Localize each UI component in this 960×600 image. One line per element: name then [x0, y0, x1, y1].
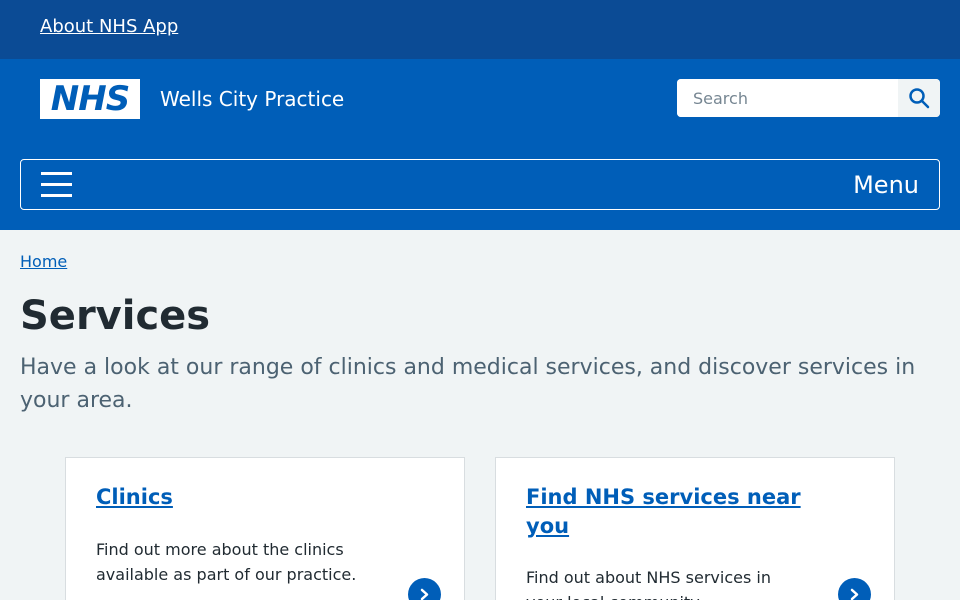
card-find-nhs-services[interactable]: Find NHS services near you Find out abou… — [495, 457, 895, 600]
site-header: NHS Wells City Practice Menu — [0, 59, 960, 230]
search-icon — [909, 88, 930, 109]
hamburger-menu-icon — [41, 172, 72, 198]
card-description: Find out more about the clinics availabl… — [96, 540, 357, 584]
page-title: Services — [20, 293, 211, 339]
search-form — [677, 79, 940, 117]
about-nhs-app-link[interactable]: About NHS App — [40, 16, 178, 37]
nhs-app-banner: About NHS App — [0, 0, 960, 59]
practice-name[interactable]: Wells City Practice — [160, 87, 344, 111]
search-input[interactable] — [677, 79, 898, 117]
chevron-right-circle-icon[interactable] — [408, 578, 441, 600]
breadcrumb-home-link[interactable]: Home — [20, 252, 67, 271]
nhs-logo[interactable]: NHS — [40, 79, 140, 119]
menu-toggle-button[interactable]: Menu — [20, 159, 940, 210]
card-clinics[interactable]: Clinics Find out more about the clinics … — [65, 457, 465, 600]
chevron-right-circle-icon[interactable] — [838, 578, 871, 600]
search-button[interactable] — [898, 79, 940, 117]
card-title-clinics[interactable]: Clinics — [96, 483, 396, 512]
menu-label: Menu — [853, 171, 919, 199]
nhs-logo-text: NHS — [50, 79, 130, 119]
card-title-find-nhs-services[interactable]: Find NHS services near you — [526, 483, 826, 541]
card-description: Find out about NHS services in your loca… — [526, 568, 771, 600]
page-lede: Have a look at our range of clinics and … — [20, 355, 916, 413]
